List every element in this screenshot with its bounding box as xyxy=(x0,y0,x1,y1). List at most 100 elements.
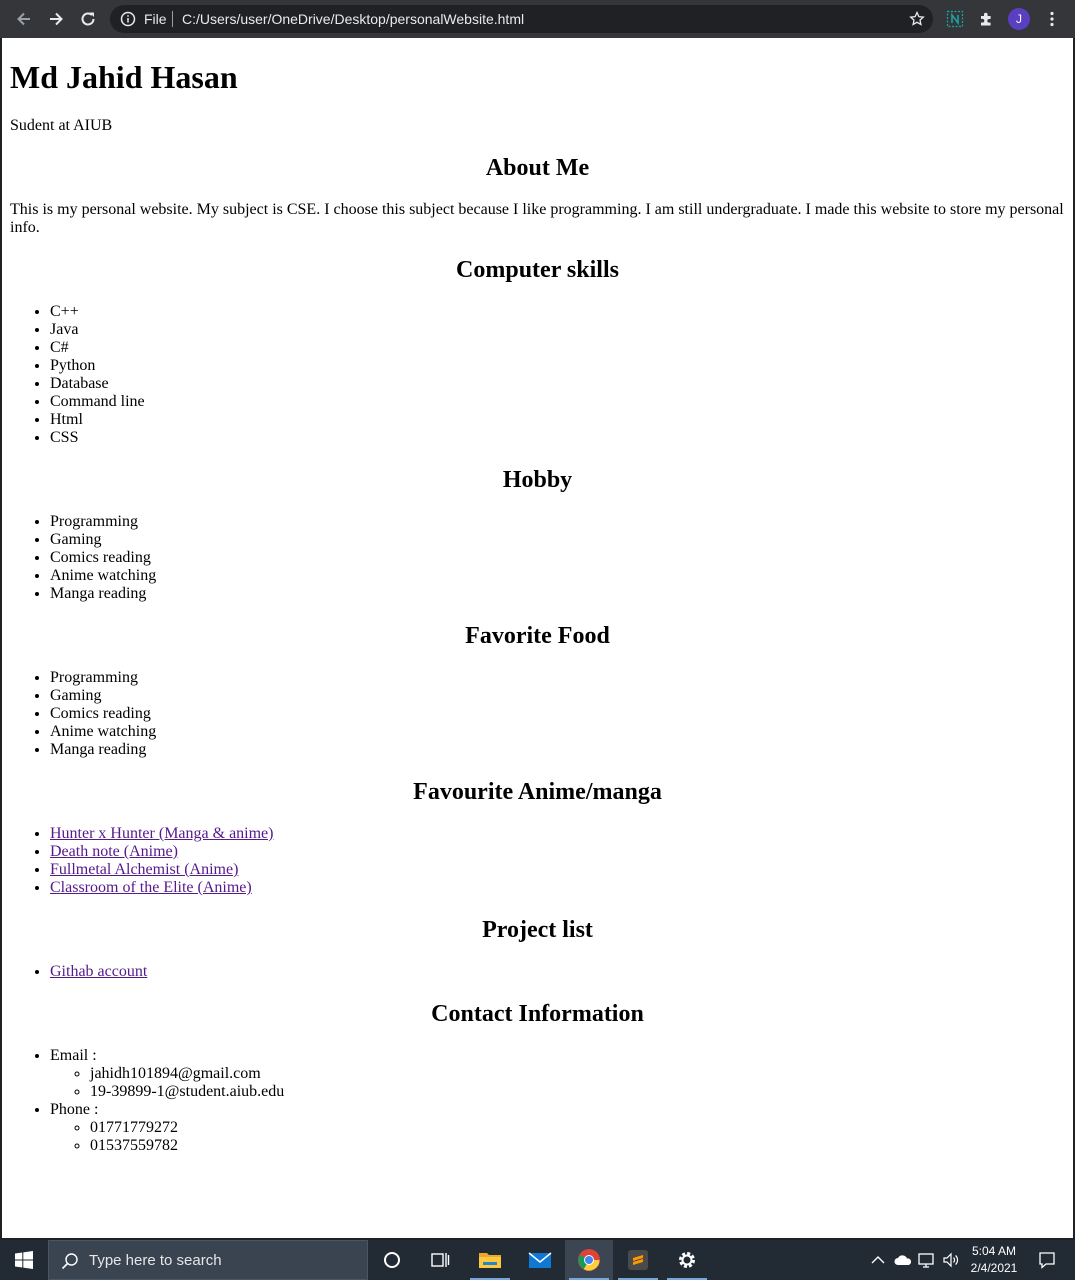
list-item: Programming xyxy=(50,513,1065,531)
phone-number: 01771779272 xyxy=(90,1119,1065,1137)
about-text: This is my personal website. My subject … xyxy=(10,201,1064,236)
anime-link[interactable]: Fullmetal Alchemist (Anime) xyxy=(50,861,238,878)
hobby-heading: Hobby xyxy=(502,467,573,493)
chrome-button[interactable] xyxy=(565,1240,613,1280)
list-item: Python xyxy=(50,357,1065,375)
anime-list: Hunter x Hunter (Manga & anime) Death no… xyxy=(10,825,1065,897)
task-view-button[interactable] xyxy=(416,1240,464,1280)
contact-list: Email : jahidh101894@gmail.com 19-39899-… xyxy=(10,1047,1065,1155)
list-item: C# xyxy=(50,339,1065,357)
anime-heading: Favourite Anime/manga xyxy=(413,779,662,805)
network-tray[interactable] xyxy=(916,1240,938,1280)
url-text[interactable]: C:/Users/user/OneDrive/Desktop/personalW… xyxy=(182,11,524,27)
list-item: Programming xyxy=(50,669,1065,687)
email-label: Email : xyxy=(50,1047,97,1064)
settings-button[interactable] xyxy=(663,1240,711,1280)
address-bar[interactable]: File C:/Users/user/OneDrive/Desktop/pers… xyxy=(110,5,933,33)
back-button[interactable] xyxy=(10,5,38,33)
food-list: Programming Gaming Comics reading Anime … xyxy=(10,669,1065,759)
taskbar-search[interactable]: Type here to search xyxy=(48,1240,368,1280)
list-item: Anime watching xyxy=(50,567,1065,585)
search-placeholder: Type here to search xyxy=(89,1252,222,1269)
list-item: Gaming xyxy=(50,531,1065,549)
email-item: Email : jahidh101894@gmail.com 19-39899-… xyxy=(50,1047,1065,1101)
network-icon xyxy=(918,1253,934,1268)
cloud-icon xyxy=(894,1255,912,1265)
email-address: jahidh101894@gmail.com xyxy=(90,1065,1065,1083)
extension-n-button[interactable] xyxy=(941,5,969,33)
phone-list: 01771779272 01537559782 xyxy=(50,1119,1065,1155)
projects-heading: Project list xyxy=(482,917,593,943)
mail-icon xyxy=(528,1252,552,1268)
folder-icon xyxy=(479,1253,501,1268)
task-view-icon xyxy=(431,1253,450,1267)
projects-list: Githab account xyxy=(10,963,1065,981)
clock-time: 5:04 AM xyxy=(971,1244,1017,1258)
chrome-icon xyxy=(578,1249,600,1271)
sublime-button[interactable] xyxy=(614,1240,662,1280)
list-item: Hunter x Hunter (Manga & anime) xyxy=(50,825,1065,843)
n-extension-icon xyxy=(946,10,964,28)
sublime-text-icon xyxy=(628,1250,648,1270)
list-item: Manga reading xyxy=(50,585,1065,603)
profile-avatar[interactable]: J xyxy=(1008,8,1030,30)
web-page: Md Jahid Hasan Sudent at AIUB About Me T… xyxy=(2,59,1073,1155)
browser-window: File C:/Users/user/OneDrive/Desktop/pers… xyxy=(0,0,1075,1240)
volume-tray[interactable] xyxy=(940,1240,962,1280)
about-heading: About Me xyxy=(485,155,590,181)
list-item: Classroom of the Elite (Anime) xyxy=(50,879,1065,897)
notification-icon xyxy=(1039,1252,1055,1269)
contact-heading: Contact Information xyxy=(431,1001,644,1027)
skills-heading: Computer skills xyxy=(456,257,619,283)
list-item: Command line xyxy=(50,393,1065,411)
list-item: Database xyxy=(50,375,1065,393)
email-list: jahidh101894@gmail.com 19-39899-1@studen… xyxy=(50,1065,1065,1101)
scheme-label: File xyxy=(144,11,167,27)
food-heading: Favorite Food xyxy=(465,623,610,649)
anime-link[interactable]: Hunter x Hunter (Manga & anime) xyxy=(50,825,273,842)
list-item: Manga reading xyxy=(50,741,1065,759)
speaker-icon xyxy=(943,1252,959,1268)
info-icon[interactable] xyxy=(120,11,136,27)
list-item: Gaming xyxy=(50,687,1065,705)
extensions-button[interactable] xyxy=(973,5,1001,33)
reload-button[interactable] xyxy=(74,5,102,33)
list-item: Githab account xyxy=(50,963,1065,981)
email-address: 19-39899-1@student.aiub.edu xyxy=(90,1083,1065,1101)
anime-link[interactable]: Death note (Anime) xyxy=(50,843,178,860)
anime-link[interactable]: Classroom of the Elite (Anime) xyxy=(50,879,252,896)
start-button[interactable] xyxy=(0,1240,48,1280)
list-item: Comics reading xyxy=(50,549,1065,567)
search-icon xyxy=(61,1253,78,1270)
mail-button[interactable] xyxy=(516,1240,564,1280)
kebab-menu-icon xyxy=(1050,11,1054,27)
list-item: Death note (Anime) xyxy=(50,843,1065,861)
bookmark-star-icon[interactable] xyxy=(909,11,925,27)
list-item: CSS xyxy=(50,429,1065,447)
cortana-circle-icon xyxy=(384,1252,400,1268)
tagline: Sudent at AIUB xyxy=(10,117,113,134)
forward-button[interactable] xyxy=(42,5,70,33)
puzzle-icon xyxy=(981,12,991,26)
browser-toolbar: File C:/Users/user/OneDrive/Desktop/pers… xyxy=(0,0,1075,38)
onedrive-tray[interactable] xyxy=(892,1240,914,1280)
reload-icon xyxy=(81,12,95,26)
file-explorer-button[interactable] xyxy=(466,1240,514,1280)
clock[interactable]: 5:04 AM 2/4/2021 xyxy=(964,1243,1024,1277)
windows-logo-icon xyxy=(15,1251,33,1269)
clock-date: 2/4/2021 xyxy=(970,1261,1018,1275)
list-item: Java xyxy=(50,321,1065,339)
action-center-button[interactable] xyxy=(1030,1240,1064,1280)
forward-arrow-icon xyxy=(50,12,63,26)
menu-button[interactable] xyxy=(1038,5,1066,33)
list-item: Fullmetal Alchemist (Anime) xyxy=(50,861,1065,879)
page-title: Md Jahid Hasan xyxy=(10,59,238,95)
show-hidden-icons-button[interactable] xyxy=(868,1240,888,1280)
phone-label: Phone : xyxy=(50,1101,99,1118)
taskbar: Type here to search 5:04 AM 2/4/2021 xyxy=(0,1240,1075,1280)
phone-item: Phone : 01771779272 01537559782 xyxy=(50,1101,1065,1155)
cortana-button[interactable] xyxy=(368,1240,416,1280)
hobby-list: Programming Gaming Comics reading Anime … xyxy=(10,513,1065,603)
github-link[interactable]: Githab account xyxy=(50,963,147,980)
gear-icon xyxy=(679,1252,695,1268)
